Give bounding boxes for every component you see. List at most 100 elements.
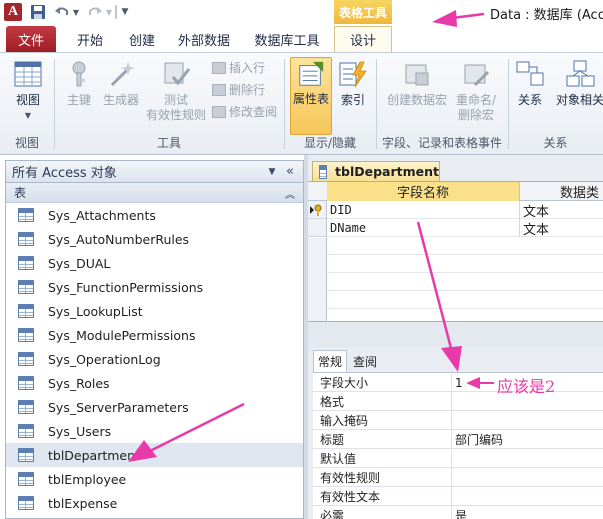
table-icon	[18, 304, 34, 318]
tab-general[interactable]: 常规	[313, 350, 348, 372]
undo-dropdown-icon[interactable]: ▼	[71, 3, 81, 21]
nav-item-table[interactable]: tblEmployee	[6, 467, 303, 491]
nav-item-table[interactable]: Sys_DUAL	[6, 251, 303, 275]
chevron-up-icon[interactable]: ︽	[285, 186, 295, 201]
undo-icon[interactable]	[54, 3, 70, 21]
nav-item-table[interactable]: tblExpense	[6, 491, 303, 515]
grid-row-empty[interactable]	[308, 237, 603, 255]
indexes-lightning-icon	[339, 61, 367, 88]
test-validation-button[interactable]: 测试 有效性规则	[144, 59, 208, 123]
property-row[interactable]: 必需是	[313, 506, 603, 519]
tab-database-tools[interactable]: 数据库工具	[246, 26, 328, 52]
shutter-bar-collapse-icon[interactable]: «	[283, 163, 297, 179]
insert-rows-button[interactable]: 插入行	[212, 59, 265, 76]
nav-item-table[interactable]: Sys_FunctionPermissions	[6, 275, 303, 299]
property-value[interactable]: 部门编码	[452, 430, 603, 449]
nav-item-table[interactable]: Sys_Roles	[6, 371, 303, 395]
builder-button[interactable]: 生成器	[100, 59, 142, 108]
tab-external-data[interactable]: 外部数据	[170, 26, 238, 52]
property-label: 标题	[313, 430, 452, 449]
primary-key-row-selector[interactable]	[308, 201, 327, 219]
property-label: 有效性文本	[313, 487, 452, 506]
row-selector-column	[308, 238, 327, 322]
data-type-cell[interactable]: 文本	[520, 201, 603, 220]
nav-item-table[interactable]: tblDepartment	[6, 443, 303, 467]
nav-item-table[interactable]: Sys_Attachments	[6, 203, 303, 227]
object-dependencies-button[interactable]: 对象相关	[552, 59, 603, 108]
table-icon	[18, 472, 34, 486]
property-row[interactable]: 有效性文本	[313, 487, 603, 506]
modify-lookups-button[interactable]: 修改查阅	[212, 103, 277, 120]
nav-table-list: Sys_Attachments Sys_AutoNumberRules Sys_DU…	[6, 203, 303, 515]
relationships-icon	[516, 61, 544, 86]
redo-icon[interactable]	[87, 3, 103, 21]
document-tab-tbldepartment[interactable]: tblDepartment	[312, 161, 440, 181]
property-row[interactable]: 标题 部门编码	[313, 430, 603, 449]
nav-item-label: Sys_Users	[48, 423, 112, 439]
title-bar: A ▼ ▼ ▼ 表格工具 Data : 数据库 (Acces	[0, 0, 603, 26]
delete-rows-label: 删除行	[229, 83, 266, 97]
property-row[interactable]: 默认值	[313, 449, 603, 468]
group-label-views: 视图	[14, 136, 39, 150]
nav-item-label: Sys_Roles	[48, 375, 110, 391]
customize-qat-icon[interactable]: ▼	[120, 3, 130, 21]
property-row[interactable]: 输入掩码	[313, 411, 603, 430]
property-value[interactable]	[452, 449, 603, 468]
grid-row-empty[interactable]	[308, 255, 603, 273]
property-value[interactable]	[452, 487, 603, 506]
delete-rows-button[interactable]: 删除行	[212, 81, 265, 98]
nav-item-label: Sys_LookupList	[48, 303, 143, 319]
property-row[interactable]: 字段大小 1	[313, 373, 603, 392]
delete-rows-icon	[212, 83, 226, 96]
nav-group-tables[interactable]: 表 ︽	[6, 183, 303, 203]
table-icon	[18, 424, 34, 438]
nav-item-table[interactable]: Sys_ModulePermissions	[6, 323, 303, 347]
nav-item-table[interactable]: Sys_Users	[6, 419, 303, 443]
save-icon[interactable]	[30, 4, 46, 20]
nav-item-label: Sys_OperationLog	[48, 351, 161, 367]
view-button[interactable]: 视图 ▼	[8, 59, 48, 123]
table-icon	[18, 448, 34, 462]
nav-item-label: tblExpense	[48, 495, 118, 511]
field-name-cell[interactable]: DID	[327, 201, 520, 219]
grid-row-empty[interactable]	[308, 291, 603, 309]
nav-item-table[interactable]: Sys_LookupList	[6, 299, 303, 323]
nav-pane-header[interactable]: 所有 Access 对象 ▼ «	[6, 161, 303, 183]
grid-row[interactable]: DName 文本	[308, 219, 603, 238]
property-value[interactable]	[452, 468, 603, 487]
rename-delete-macro-button[interactable]: 重命名/ 删除宏	[452, 59, 500, 123]
data-type-cell[interactable]: 文本	[520, 219, 603, 238]
tab-file[interactable]: 文件	[6, 26, 56, 52]
nav-item-table[interactable]: Sys_OperationLog	[6, 347, 303, 371]
key-icon	[72, 61, 86, 87]
nav-item-table[interactable]: Sys_AutoNumberRules	[6, 227, 303, 251]
grid-row[interactable]: DID 文本	[308, 201, 603, 220]
primary-key-button[interactable]: 主键	[62, 59, 96, 108]
tab-lookup[interactable]: 查阅	[349, 350, 381, 372]
create-data-macros-button[interactable]: 创建数据宏	[384, 59, 450, 108]
property-value[interactable]	[452, 411, 603, 430]
property-row[interactable]: 格式	[313, 392, 603, 411]
grid-row-empty[interactable]	[308, 273, 603, 291]
property-label: 必需	[313, 506, 452, 519]
annotation-note: 应该是2	[497, 377, 556, 396]
column-header-data-type[interactable]: 数据类	[520, 182, 603, 201]
relationships-label: 关系	[517, 93, 542, 107]
property-value[interactable]: 是	[452, 506, 603, 519]
access-app-icon[interactable]: A	[4, 3, 22, 21]
indexes-button[interactable]: 索引	[336, 59, 370, 108]
nav-menu-dropdown-icon[interactable]: ▼	[265, 165, 279, 179]
tab-home[interactable]: 开始	[66, 26, 114, 52]
field-properties-list: 字段大小 1 格式 输入掩码 标题 部门编码 默认值 有效性规则 有效性文本 必需是	[313, 372, 603, 519]
property-sheet-button[interactable]: 属性表	[290, 57, 332, 135]
nav-item-table[interactable]: Sys_ServerParameters	[6, 395, 303, 419]
column-header-field-name[interactable]: 字段名称	[327, 182, 520, 201]
row-selector[interactable]	[308, 219, 327, 237]
tab-design[interactable]: 设计	[334, 26, 392, 52]
property-row[interactable]: 有效性规则	[313, 468, 603, 487]
redo-dropdown-icon[interactable]: ▼	[104, 3, 114, 21]
tab-create[interactable]: 创建	[118, 26, 166, 52]
relationships-button[interactable]: 关系	[512, 59, 548, 108]
field-name-cell[interactable]: DName	[327, 219, 520, 237]
create-data-macros-label: 创建数据宏	[386, 93, 447, 107]
